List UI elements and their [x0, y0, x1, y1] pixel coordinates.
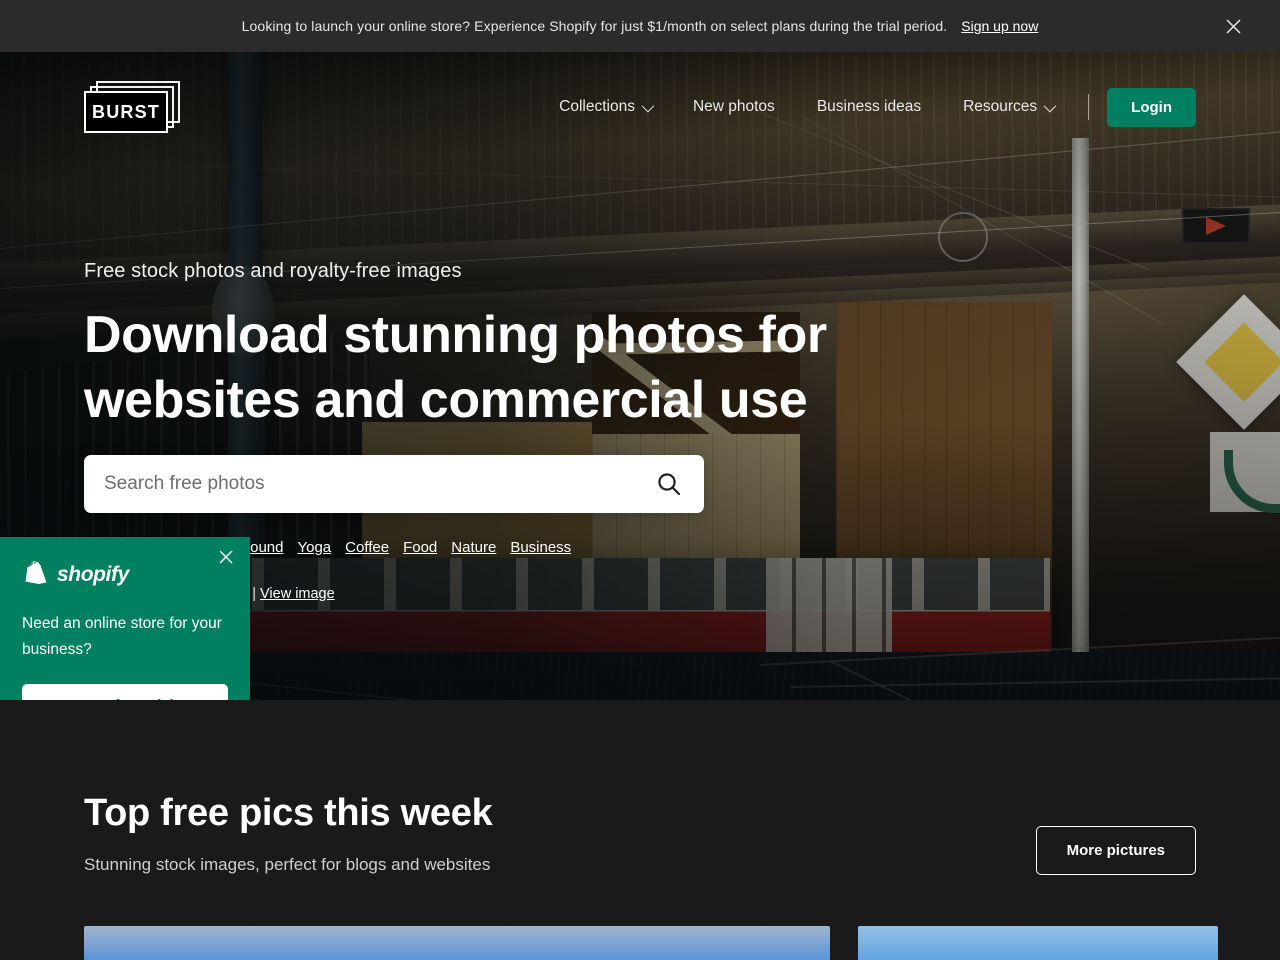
shopify-promo-card: shopify Need an online store for your bu… — [0, 537, 250, 700]
promo-banner-signup-link[interactable]: Sign up now — [961, 18, 1038, 34]
burst-logo[interactable]: BURST — [84, 81, 180, 133]
nav-item-collections[interactable]: Collections — [538, 98, 672, 116]
nav-item-label: Resources — [963, 98, 1038, 115]
search-input[interactable] — [104, 473, 654, 495]
chevron-down-icon — [1043, 99, 1057, 112]
nav-item-label: New photos — [692, 98, 775, 115]
shopify-promo-text: Need an online store for your business? — [22, 615, 222, 658]
hero-section: BURST Collections New photos Business id… — [0, 52, 1280, 700]
hero-eyebrow: Free stock photos and royalty-free image… — [84, 260, 462, 282]
photo-grid — [84, 926, 1218, 960]
tag-yoga[interactable]: Yoga — [297, 539, 331, 556]
nav-item-label: Business ideas — [816, 98, 922, 115]
page-title: Download stunning photos for websites an… — [84, 306, 827, 429]
shopify-logo: shopify — [22, 561, 228, 589]
top-pics-section: Top free pics this week Stunning stock i… — [0, 700, 1280, 960]
promo-banner-text: Looking to launch your online store? Exp… — [241, 18, 948, 34]
tag-business[interactable]: Business — [510, 539, 571, 556]
search-icon[interactable] — [654, 471, 684, 497]
start-free-trial-button[interactable]: Start free trial — [22, 684, 228, 700]
shopify-bag-icon — [25, 561, 47, 584]
view-image-link[interactable]: View image — [260, 586, 335, 602]
nav-links: Collections New photos Business ideas Re… — [538, 87, 1196, 127]
chevron-down-icon — [641, 99, 655, 112]
tag-nature[interactable]: Nature — [451, 539, 496, 556]
photo-card-2[interactable] — [858, 926, 1218, 960]
nav-item-resources[interactable]: Resources — [942, 98, 1074, 116]
photo-card-1[interactable] — [84, 926, 830, 960]
more-pictures-button[interactable]: More pictures — [1035, 826, 1196, 875]
search-bar[interactable] — [84, 455, 704, 513]
tag-food[interactable]: Food — [403, 539, 437, 556]
nav-item-new-photos[interactable]: New photos — [672, 98, 796, 116]
section-title: Top free pics this week — [84, 792, 493, 834]
nav-item-business-ideas[interactable]: Business ideas — [796, 98, 942, 116]
logo-wordmark: BURST — [92, 101, 160, 122]
shopify-wordmark: shopify — [57, 563, 129, 586]
section-header: Top free pics this week Stunning stock i… — [84, 700, 1196, 875]
nav-divider — [1088, 94, 1090, 120]
promo-banner: Looking to launch your online store? Exp… — [0, 0, 1280, 52]
main-navigation: BURST Collections New photos Business id… — [0, 52, 1280, 162]
tag-coffee[interactable]: Coffee — [345, 539, 389, 556]
close-icon[interactable] — [1222, 15, 1244, 37]
section-subtitle: Stunning stock images, perfect for blogs… — [84, 855, 491, 874]
section-header-text: Top free pics this week Stunning stock i… — [84, 792, 493, 875]
nav-item-label: Collections — [559, 98, 635, 115]
login-button[interactable]: Login — [1107, 87, 1196, 127]
close-icon[interactable] — [216, 547, 236, 567]
